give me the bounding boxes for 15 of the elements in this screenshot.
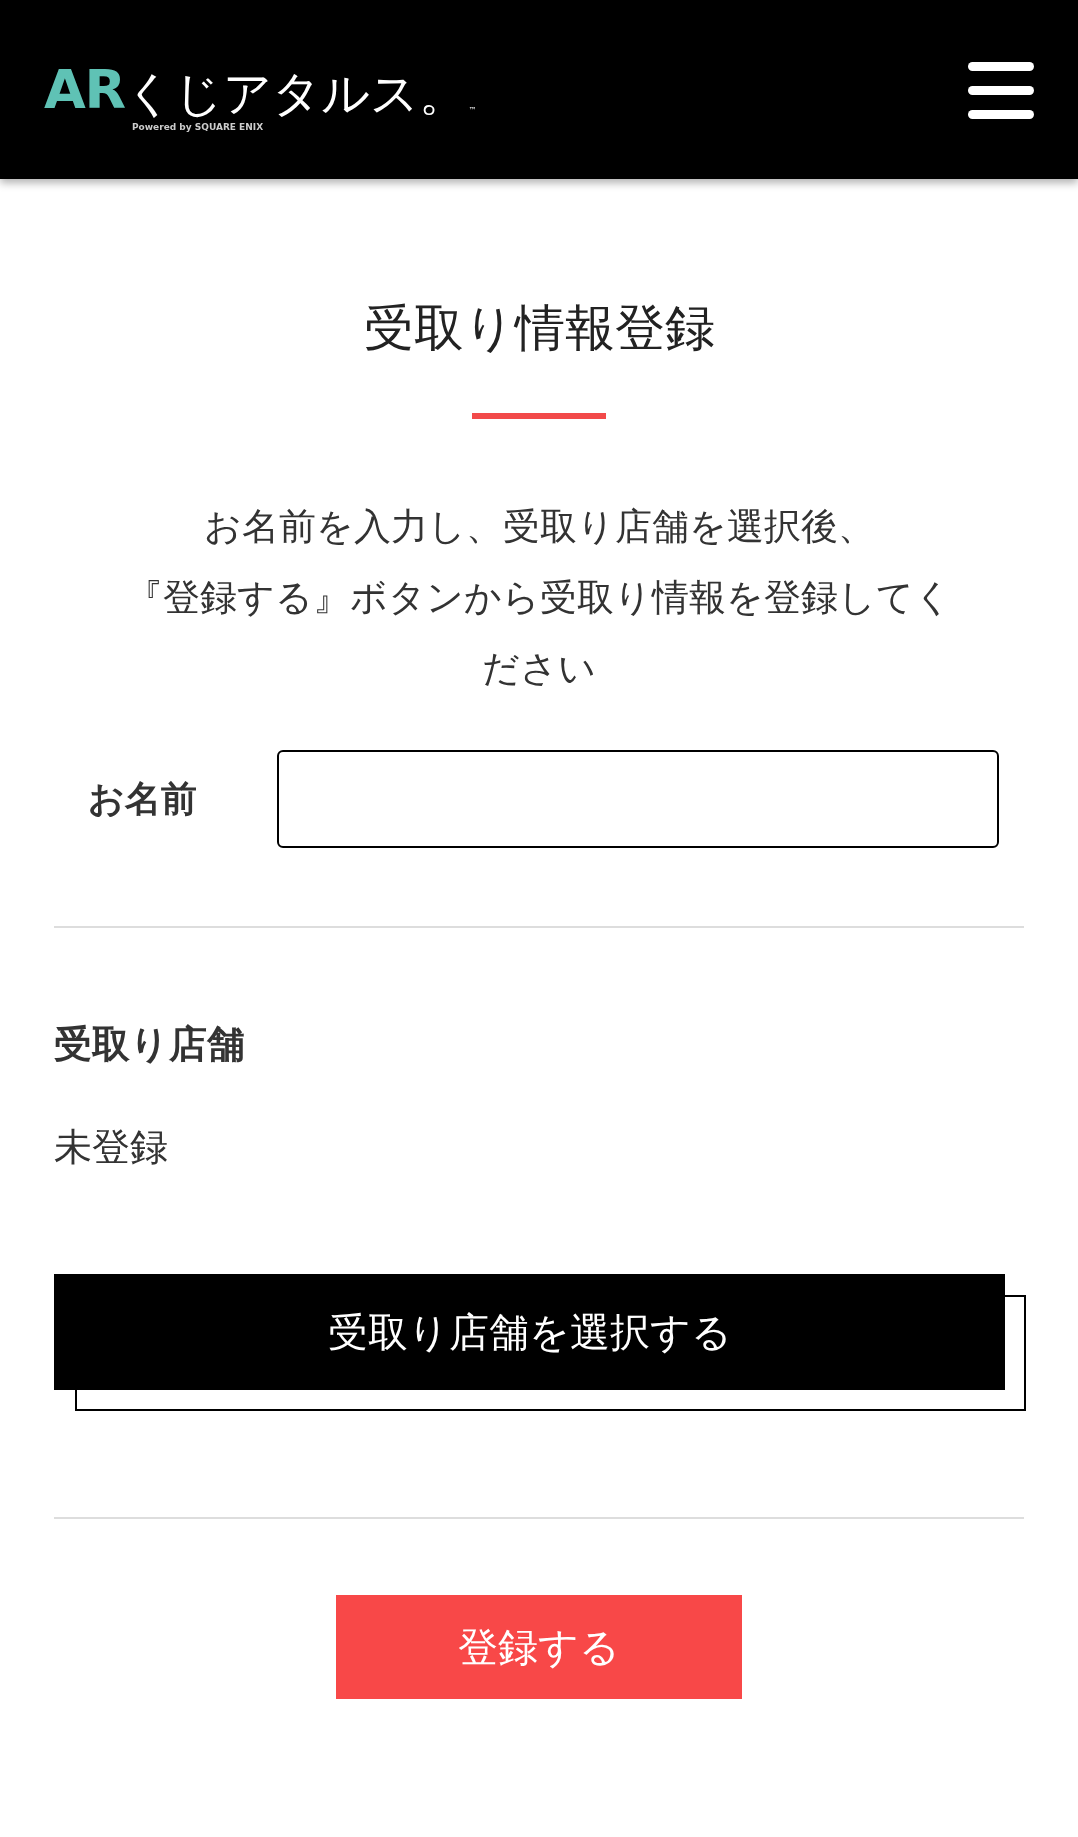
store-label: 受取り店舗 — [54, 1021, 246, 1068]
name-input[interactable] — [277, 750, 999, 848]
page-title: 受取り情報登録 — [363, 303, 715, 353]
name-label: お名前 — [87, 777, 198, 821]
instruction-text: 『登録する』ボタンから受取り情報を登録してく — [126, 575, 952, 621]
trademark: ™ — [468, 104, 477, 117]
logo-wordmark: くじアタルス。 — [124, 68, 467, 117]
store-value: 未登録 — [54, 1124, 169, 1171]
instruction-text: お名前を入力し、受取り店舗を選択後、 — [203, 504, 875, 550]
instruction-text: ださい — [482, 646, 596, 692]
logo-tagline: Powered by SQUARE ENIX — [132, 120, 264, 134]
menu-icon — [968, 59, 1034, 120]
select-store-button[interactable]: 受取り店舗を選択する — [54, 1274, 1005, 1390]
menu-button[interactable] — [968, 59, 1034, 120]
logo-mark: AR — [44, 62, 125, 117]
